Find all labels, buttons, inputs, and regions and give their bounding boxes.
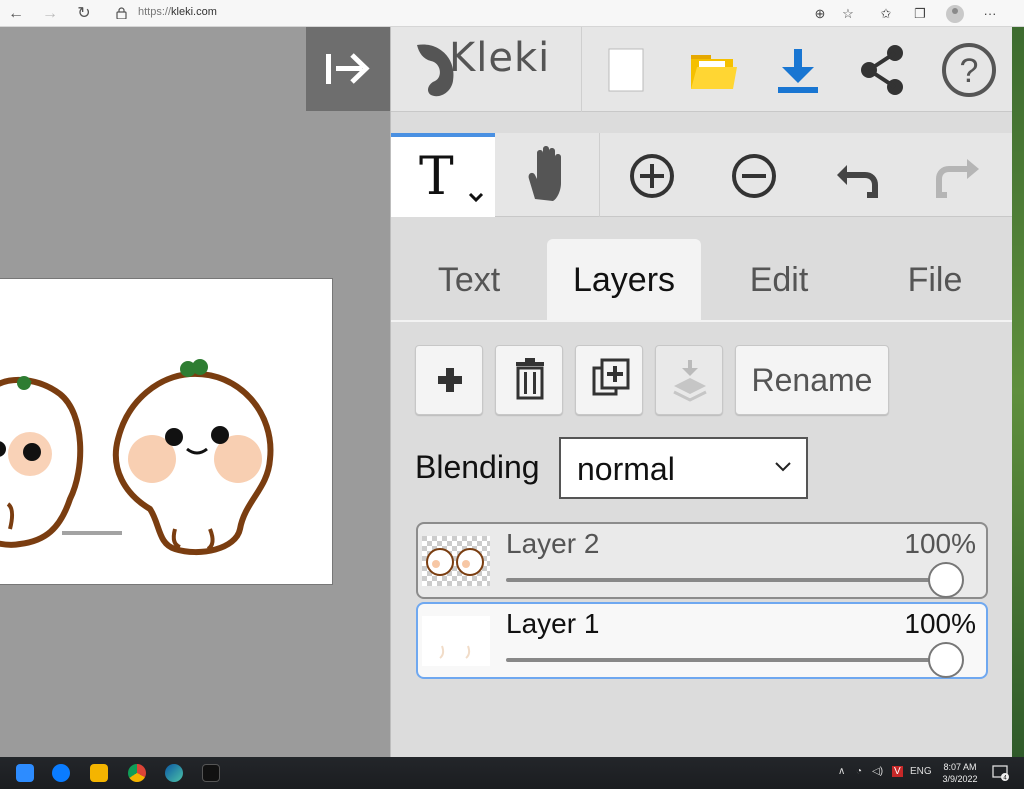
trash-icon	[516, 358, 544, 400]
tool-bar: T	[391, 133, 1013, 217]
new-image-icon[interactable]	[596, 41, 656, 99]
tab-layers[interactable]: Layers	[547, 239, 701, 321]
lock-icon	[116, 7, 127, 19]
zoom-app-icon[interactable]	[16, 764, 34, 782]
profile-avatar[interactable]	[946, 5, 964, 23]
plus-icon	[438, 368, 462, 392]
redo-icon[interactable]	[933, 151, 983, 201]
volume-icon[interactable]: ◁)	[872, 766, 883, 777]
hand-icon	[528, 146, 561, 201]
collections-icon[interactable]: ❐	[910, 4, 930, 24]
clock-date: 3/9/2022	[942, 774, 978, 784]
svg-text:?: ?	[960, 52, 979, 90]
merge-down-button[interactable]	[655, 345, 723, 415]
network-icon[interactable]: ◔	[856, 766, 862, 777]
duplicate-icon	[592, 358, 630, 396]
app-logo-text: Kleki	[449, 35, 551, 81]
zoom-out-icon[interactable]	[729, 151, 779, 201]
browser-toolbar: ← → ↻ https://kleki.com ⊕ ☆ ✩ ❐ ···	[0, 0, 1024, 27]
layer-row[interactable]: Layer 2 100%	[416, 522, 988, 599]
layer-opacity: 100%	[904, 608, 976, 639]
tiktok-icon[interactable]	[202, 764, 220, 782]
open-folder-icon[interactable]	[683, 41, 743, 99]
duplicate-layer-button[interactable]	[575, 345, 643, 415]
blending-select[interactable]: normal	[559, 437, 808, 499]
zoom-in-icon[interactable]	[627, 151, 677, 201]
layer-thumbnail	[422, 616, 490, 666]
drawing-canvas[interactable]	[0, 278, 333, 585]
blending-value: normal	[577, 451, 675, 487]
zoom-page-icon[interactable]: ⊕	[810, 4, 830, 24]
edge-icon[interactable]	[165, 764, 183, 782]
windows-taskbar: ∧ ◔ ◁) V ENG 8:07 AM 3/9/2022 4	[0, 757, 1024, 789]
add-layer-button[interactable]	[415, 345, 483, 415]
share-icon[interactable]	[853, 41, 913, 99]
text-tool-glyph: T	[419, 147, 454, 207]
tab-text[interactable]: Text	[399, 239, 539, 321]
favorite-icon[interactable]: ☆	[838, 4, 858, 24]
canvas-area[interactable]	[0, 27, 390, 757]
opacity-slider-track[interactable]	[506, 658, 946, 662]
layer-name[interactable]: Layer 1	[506, 608, 599, 640]
chevron-down-icon	[775, 462, 791, 472]
more-menu-icon[interactable]: ···	[980, 4, 1000, 24]
text-tool-button[interactable]: T	[391, 133, 495, 217]
help-icon[interactable]: ?	[939, 41, 999, 99]
layer-thumbnail	[422, 536, 490, 586]
app-header: Kleki ?	[391, 27, 1013, 112]
desktop-background-strip	[1012, 27, 1024, 757]
clock-time: 8:07 AM	[943, 762, 977, 772]
tray-app-icon[interactable]: V	[892, 766, 903, 777]
layer-opacity: 100%	[904, 528, 976, 559]
reload-button[interactable]: ↻	[74, 4, 94, 24]
tab-edit[interactable]: Edit	[709, 239, 849, 321]
tab-underline	[391, 320, 1013, 322]
side-panel: Kleki ? T Text Layers Edit File Rename B…	[390, 27, 1013, 757]
layer-name[interactable]: Layer 2	[506, 528, 599, 560]
panel-tabs: Text Layers Edit File	[391, 239, 1013, 321]
rename-layer-button[interactable]: Rename	[735, 345, 889, 415]
chevron-down-icon	[468, 192, 484, 203]
zalo-app-icon[interactable]	[52, 764, 70, 782]
artwork-image	[0, 359, 274, 555]
collapse-arrow-icon	[326, 53, 370, 84]
address-bar[interactable]: https://kleki.com	[108, 3, 868, 24]
tool-divider	[599, 133, 600, 217]
opacity-slider-thumb[interactable]	[928, 642, 964, 678]
download-icon[interactable]	[768, 41, 828, 99]
hand-tool-button[interactable]	[495, 133, 599, 217]
chrome-icon[interactable]	[128, 764, 146, 782]
back-button[interactable]: ←	[6, 4, 26, 24]
forward-button[interactable]: →	[40, 4, 60, 24]
collapse-panel-button[interactable]	[306, 27, 390, 111]
file-explorer-icon[interactable]	[90, 764, 108, 782]
delete-layer-button[interactable]	[495, 345, 563, 415]
opacity-slider-thumb[interactable]	[928, 562, 964, 598]
notification-icon[interactable]: 4	[992, 765, 1010, 781]
url-text: https://kleki.com	[138, 6, 217, 18]
opacity-slider-track[interactable]	[506, 578, 946, 582]
layer-row-selected[interactable]: Layer 1 100%	[416, 602, 988, 679]
undo-icon[interactable]	[831, 151, 881, 201]
clock[interactable]: 8:07 AM 3/9/2022	[934, 761, 986, 785]
header-divider	[581, 27, 582, 112]
merge-down-icon	[673, 360, 707, 402]
tab-file[interactable]: File	[865, 239, 1005, 321]
favorites-list-icon[interactable]: ✩	[876, 4, 896, 24]
blending-label: Blending	[415, 449, 540, 485]
tray-chevron-icon[interactable]: ∧	[838, 766, 845, 777]
language-indicator[interactable]: ENG	[910, 766, 932, 777]
